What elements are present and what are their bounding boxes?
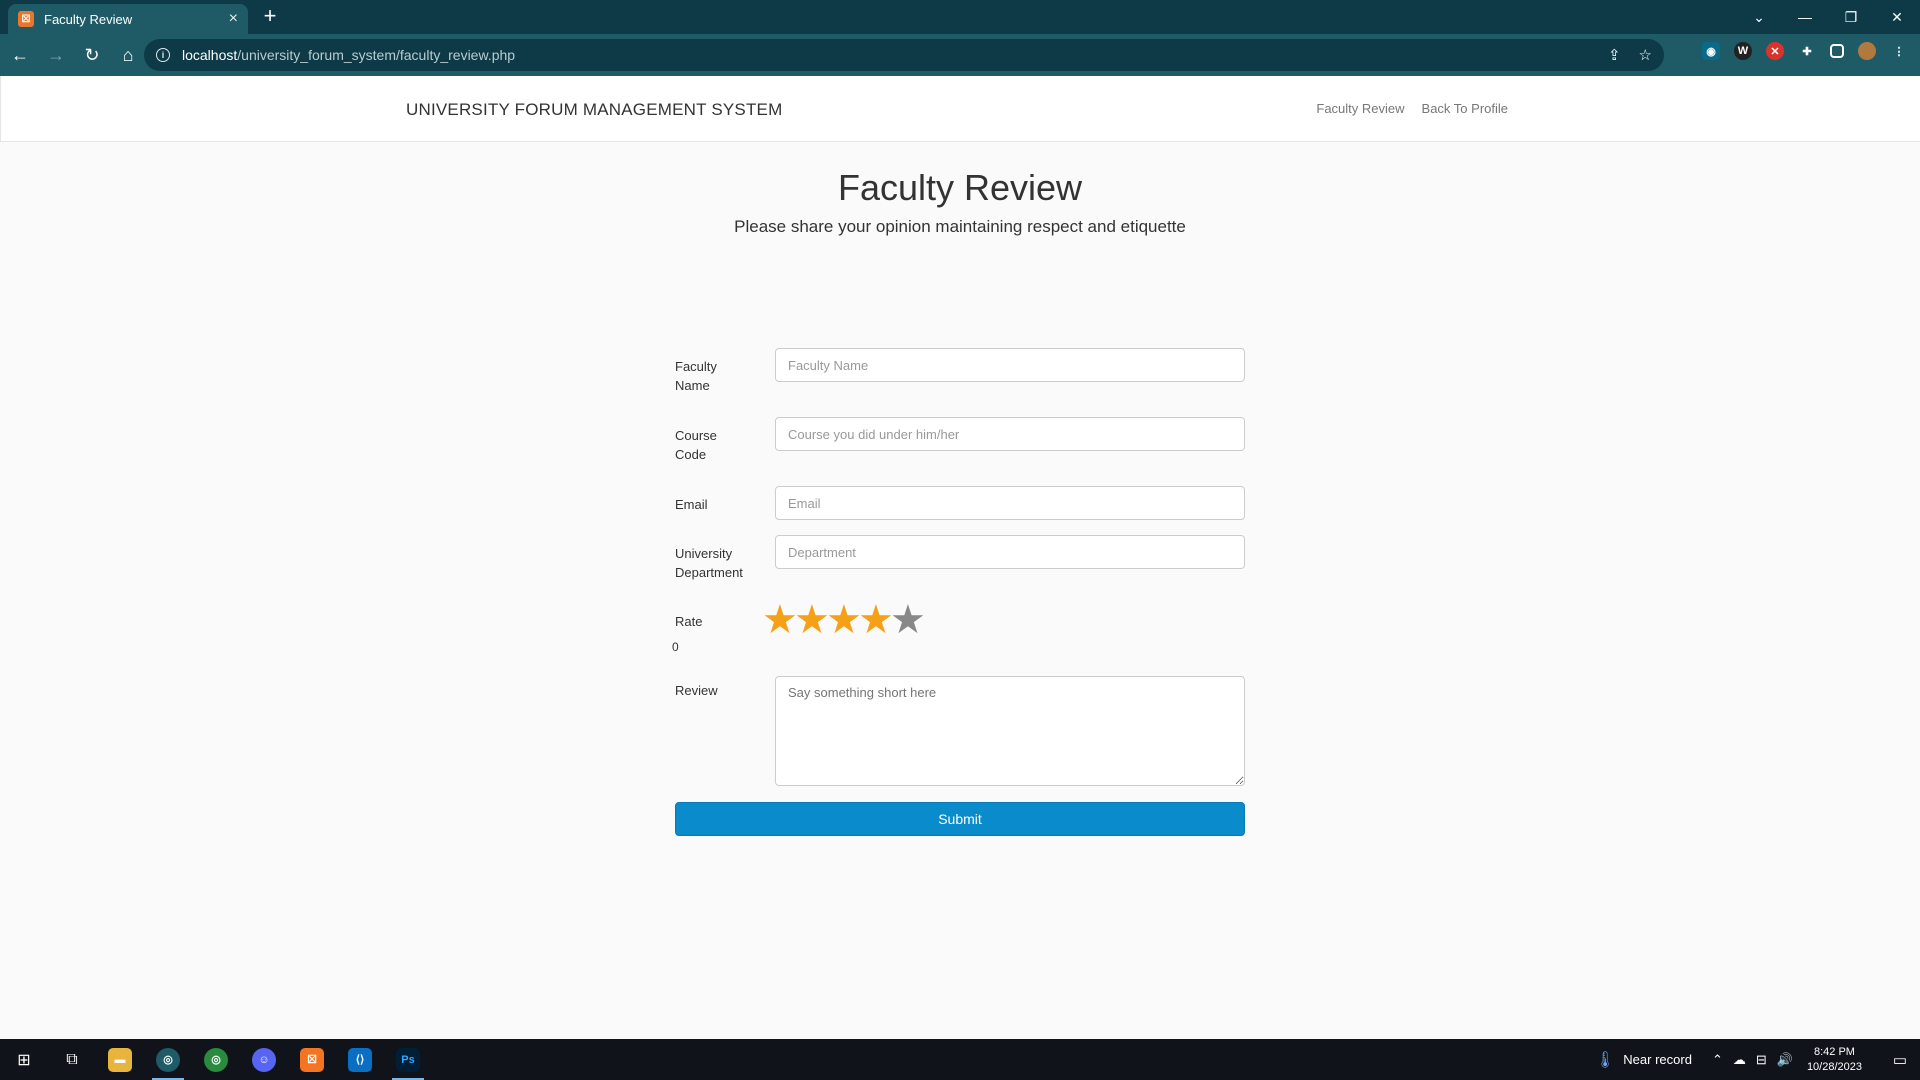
chrome-profile-icon[interactable]: ◎ (192, 1039, 240, 1080)
browser-tabstrip: ☒ Faculty Review × + ⌄ — ❐ ✕ (0, 0, 1920, 34)
course-code-input[interactable] (775, 417, 1245, 451)
reload-button[interactable]: ↻ (76, 39, 108, 71)
omnibox-actions: ⇪ ☆ (1608, 46, 1652, 64)
extension-icon[interactable]: ◉ (1702, 42, 1720, 60)
site-brand[interactable]: UNIVERSITY FORUM MANAGEMENT SYSTEM (406, 100, 782, 120)
star-icon[interactable]: ★ (794, 600, 830, 640)
notification-icon[interactable]: ▭ (1880, 1051, 1920, 1069)
label-line: Faculty (675, 359, 717, 374)
file-explorer-icon[interactable]: ▬ (96, 1039, 144, 1080)
address-bar[interactable]: i localhost/university_forum_system/facu… (144, 39, 1664, 71)
url-path: /university_forum_system/faculty_review.… (237, 47, 516, 63)
star-rating: ★ ★ ★ ★ ★ (762, 600, 926, 640)
thermometer-icon: 🌡 (1594, 1051, 1616, 1069)
windows-taskbar: ⊞ ⧉ ▬ ◎ ◎ ☺ ☒ ⟨⟩ Ps 🌡 Near record ⌃ ☁ ⊟ … (0, 1039, 1920, 1080)
faculty-name-input[interactable] (775, 348, 1245, 382)
tray-icons: ⌃ ☁ ⊟ 🔊 (1712, 1052, 1793, 1068)
close-tab-icon[interactable]: × (229, 10, 238, 28)
page-subtitle: Please share your opinion maintaining re… (734, 217, 1186, 236)
chrome-icon[interactable]: ◎ (144, 1039, 192, 1080)
rate-label: Rate (675, 614, 703, 629)
label-line: Code (675, 447, 707, 462)
star-icon[interactable]: ★ (762, 600, 798, 640)
close-window-button[interactable]: ✕ (1874, 9, 1920, 26)
nav-links: Faculty Review Back To Profile (1316, 101, 1508, 116)
nav-back-to-profile-link[interactable]: Back To Profile (1422, 101, 1508, 116)
email-label: Email (675, 497, 708, 512)
label-line: Course (675, 428, 717, 443)
vscode-icon[interactable]: ⟨⟩ (336, 1039, 384, 1080)
restore-button[interactable]: ❐ (1828, 9, 1874, 26)
minimize-button[interactable]: — (1782, 9, 1828, 25)
faculty-name-label: Faculty Name (675, 357, 775, 395)
onedrive-icon[interactable]: ☁ (1733, 1052, 1746, 1068)
home-button[interactable]: ⌂ (112, 39, 144, 71)
chevron-up-icon[interactable]: ⌃ (1712, 1052, 1723, 1068)
star-icon[interactable]: ★ (858, 600, 894, 640)
tab-title: Faculty Review (44, 11, 133, 27)
clock-time: 8:42 PM (1813, 1045, 1855, 1058)
page-header: Faculty Review Please share your opinion… (0, 167, 1920, 237)
department-input[interactable] (775, 535, 1245, 569)
web-page: UNIVERSITY FORUM MANAGEMENT SYSTEM Facul… (0, 76, 1920, 1039)
window-controls: ⌄ — ❐ ✕ (1736, 0, 1920, 34)
clock-date: 10/28/2023 (1806, 1060, 1862, 1073)
back-button[interactable]: ← (4, 39, 36, 71)
volume-icon[interactable]: 🔊 (1777, 1052, 1793, 1068)
label-line: Name (675, 378, 710, 393)
xampp-favicon-icon: ☒ (18, 11, 34, 27)
submit-button[interactable]: Submit (675, 802, 1245, 836)
star-icon[interactable]: ★ (826, 600, 862, 640)
label-line: Department (675, 565, 743, 580)
star-icon[interactable]: ★ (890, 600, 926, 640)
task-view-icon[interactable]: ⧉ (48, 1039, 96, 1080)
extension-icon[interactable]: W (1734, 42, 1752, 60)
course-code-label: Course Code (675, 426, 775, 464)
label-line: University (675, 546, 733, 561)
site-info-icon[interactable]: i (156, 48, 170, 62)
menu-kebab-icon[interactable]: ⋮ (1890, 42, 1908, 60)
photoshop-icon[interactable]: Ps (384, 1039, 432, 1080)
nav-faculty-review-link[interactable]: Faculty Review (1316, 101, 1404, 116)
review-textarea[interactable] (775, 676, 1245, 786)
clock[interactable]: 8:42 PM 10/28/2023 (1807, 1045, 1862, 1075)
puzzle-extensions-icon[interactable]: ✚ (1798, 42, 1816, 60)
system-tray: 🌡 Near record ⌃ ☁ ⊟ 🔊 8:42 PM 10/28/2023… (1595, 1039, 1920, 1080)
weather-widget[interactable]: 🌡 Near record (1595, 1050, 1692, 1070)
new-tab-button[interactable]: + (258, 5, 282, 29)
bookmark-star-icon[interactable]: ☆ (1639, 46, 1652, 64)
network-icon[interactable]: ⊟ (1756, 1052, 1767, 1068)
xampp-icon[interactable]: ☒ (288, 1039, 336, 1080)
rate-value: 0 (672, 640, 679, 654)
department-label: University Department (675, 544, 775, 582)
site-navbar: UNIVERSITY FORUM MANAGEMENT SYSTEM Facul… (0, 76, 1920, 142)
email-input[interactable] (775, 486, 1245, 520)
windows-start-icon[interactable]: ⊞ (0, 1039, 48, 1080)
weather-text: Near record (1623, 1052, 1692, 1067)
forward-button[interactable]: → (40, 39, 72, 71)
extension-icon[interactable]: ✕ (1766, 42, 1784, 60)
browser-tab[interactable]: ☒ Faculty Review × (8, 4, 248, 34)
side-panel-icon[interactable] (1830, 44, 1844, 58)
review-label: Review (675, 683, 718, 698)
share-icon[interactable]: ⇪ (1608, 46, 1621, 64)
profile-avatar[interactable] (1858, 42, 1876, 60)
browser-toolbar: ← → ↻ ⌂ i localhost/university_forum_sys… (0, 34, 1920, 76)
discord-icon[interactable]: ☺ (240, 1039, 288, 1080)
url-host: localhost (182, 47, 238, 63)
extensions-area: ◉ W ✕ ✚ ⋮ (1702, 42, 1908, 60)
tab-search-icon[interactable]: ⌄ (1736, 9, 1782, 26)
page-title: Faculty Review (837, 167, 1083, 208)
